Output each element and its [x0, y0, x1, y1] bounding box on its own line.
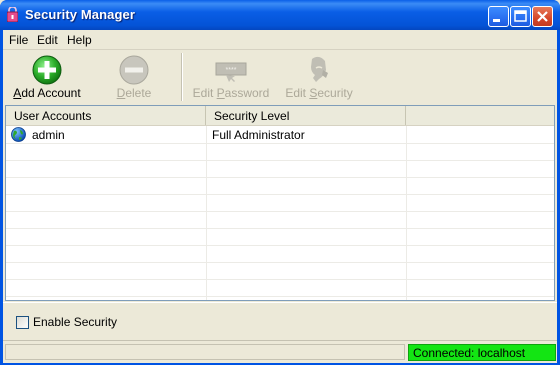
close-button[interactable]	[532, 6, 553, 27]
grid-column-divider	[406, 126, 407, 300]
toolbar: Add Account Delete **** Edit Password Ed…	[3, 50, 557, 104]
grid-row-divider	[6, 296, 554, 297]
column-header-user-accounts[interactable]: User Accounts	[6, 106, 206, 125]
options-panel: Enable Security	[3, 302, 557, 341]
connection-status: Connected: localhost	[408, 344, 556, 361]
security-level-cell: Full Administrator	[212, 128, 305, 142]
list-body: admin Full Administrator	[6, 126, 554, 300]
grid-row-divider	[6, 177, 554, 178]
maximize-button[interactable]	[510, 6, 531, 27]
lock-icon	[7, 7, 18, 22]
minimize-icon	[493, 19, 500, 22]
enable-security-label[interactable]: Enable Security	[33, 315, 117, 329]
account-name-cell: admin	[32, 128, 65, 142]
enable-security-checkbox[interactable]	[16, 316, 29, 329]
svg-text:****: ****	[226, 67, 237, 74]
edit-security-label: Edit Security	[285, 86, 353, 100]
edit-security-button[interactable]: Edit Security	[281, 50, 357, 104]
grid-row-divider	[6, 143, 554, 144]
grid-row-divider	[6, 262, 554, 263]
grid-row-divider	[6, 194, 554, 195]
delete-circle-icon	[119, 55, 149, 85]
grid-column-divider	[206, 126, 207, 300]
delete-button[interactable]: Delete	[99, 50, 169, 104]
menu-edit[interactable]: Edit	[37, 33, 58, 47]
grid-row-divider	[6, 160, 554, 161]
grid-row-divider	[6, 245, 554, 246]
list-header: User Accounts Security Level	[6, 106, 554, 126]
delete-label: Delete	[116, 86, 152, 100]
menu-bar: File Edit Help	[3, 30, 557, 49]
menu-file[interactable]: File	[9, 33, 28, 47]
add-circle-icon	[32, 55, 62, 85]
window-title: Security Manager	[25, 7, 135, 22]
menu-help[interactable]: Help	[67, 33, 92, 47]
table-row[interactable]: admin Full Administrator	[6, 126, 554, 143]
security-icon	[311, 56, 328, 82]
minimize-button[interactable]	[488, 6, 509, 27]
grid-row-divider	[6, 211, 554, 212]
toolbar-separator	[181, 53, 183, 101]
close-icon	[537, 11, 548, 22]
add-account-button[interactable]: Add Account	[9, 50, 85, 104]
grid-row-divider	[6, 279, 554, 280]
security-manager-window: Security Manager File Edit Help Add Acco…	[0, 0, 560, 365]
edit-password-button[interactable]: **** Edit Password	[189, 50, 273, 104]
globe-icon	[11, 127, 26, 142]
password-icon: ****	[215, 62, 247, 82]
add-account-label: Add Account	[13, 86, 81, 100]
edit-password-label: Edit Password	[192, 86, 270, 100]
client-area: File Edit Help Add Account Delete **** E…	[3, 30, 557, 363]
title-bar[interactable]: Security Manager	[0, 0, 560, 30]
grid-row-divider	[6, 228, 554, 229]
column-header-security-level[interactable]: Security Level	[206, 106, 406, 125]
status-bar: Connected: localhost	[3, 340, 557, 363]
user-accounts-list[interactable]: User Accounts Security Level admin Full …	[5, 105, 555, 301]
status-panel-left	[5, 344, 405, 360]
column-header-empty	[406, 106, 554, 125]
maximize-icon	[514, 10, 527, 22]
